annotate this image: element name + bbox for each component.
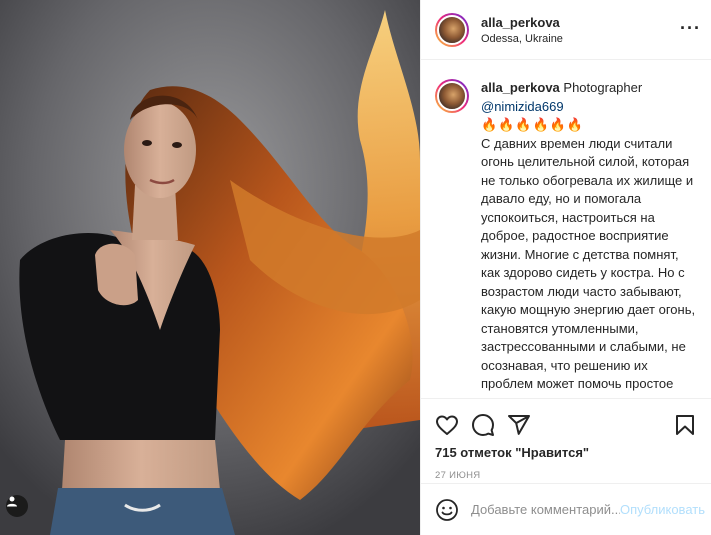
likes-count[interactable]: 715 отметок "Нравится" [421,441,711,460]
post-location[interactable]: Odessa, Ukraine [481,33,563,45]
tagged-user-icon[interactable] [6,495,28,517]
caption-emoji: 🔥🔥🔥🔥🔥🔥 [481,117,585,132]
action-bar [421,399,711,441]
caption-avatar[interactable] [435,79,469,113]
bookmark-icon[interactable] [673,413,697,437]
post-date[interactable]: 27 ИЮНЯ [421,460,711,481]
post-actions-section: 715 отметок "Нравится" 27 ИЮНЯ [421,398,711,481]
caption-text: С давних времен люди считали огонь целит… [481,135,696,398]
caption-mention[interactable]: @nimizida669 [481,98,697,117]
caption-username[interactable]: alla_perkova [481,80,560,95]
caption-role: Photographer [563,80,643,95]
author-avatar[interactable] [435,12,469,47]
publish-button[interactable]: Опубликовать [620,502,705,517]
author-username[interactable]: alla_perkova [481,15,563,30]
post-photo[interactable] [0,0,420,535]
post-side-panel: alla_perkova Odessa, Ukraine ··· alla_pe… [420,0,711,535]
comment-icon[interactable] [471,413,495,437]
emoji-icon[interactable] [435,498,459,522]
heart-icon[interactable] [435,413,459,437]
paper-plane-icon[interactable] [507,413,531,437]
add-comment-bar: Опубликовать [421,483,711,535]
person-icon [7,496,17,507]
caption: alla_perkova Photographer @nimizida669 🔥… [435,79,697,397]
comment-input[interactable] [471,502,620,517]
more-options-icon[interactable]: ··· [680,18,701,39]
comments-area[interactable]: alla_perkova Photographer @nimizida669 🔥… [421,61,711,397]
post-header: alla_perkova Odessa, Ukraine ··· [421,0,711,60]
photo-illustration [0,0,420,535]
